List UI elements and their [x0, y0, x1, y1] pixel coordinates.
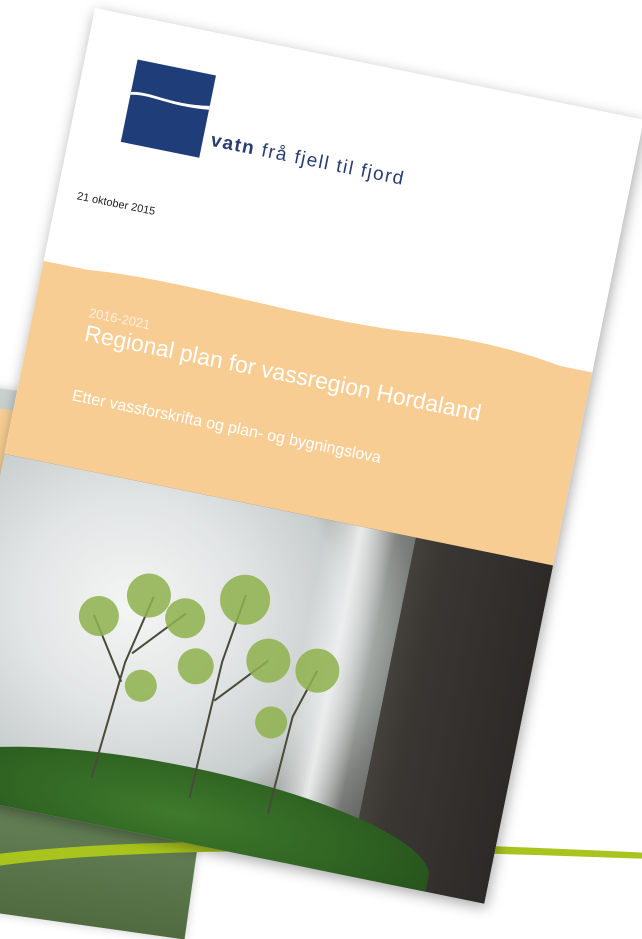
- report-cover: vatn frå fjell til fjord 21 oktober 2015…: [0, 8, 642, 904]
- logo-brand: vatn: [208, 129, 258, 160]
- logo-mark: [120, 59, 216, 158]
- logo-tagline: frå fjell til fjord: [253, 138, 407, 190]
- logo-text: vatn frå fjell til fjord: [209, 130, 407, 191]
- wave-icon: [130, 91, 210, 110]
- document-date: 21 oktober 2015: [75, 190, 157, 218]
